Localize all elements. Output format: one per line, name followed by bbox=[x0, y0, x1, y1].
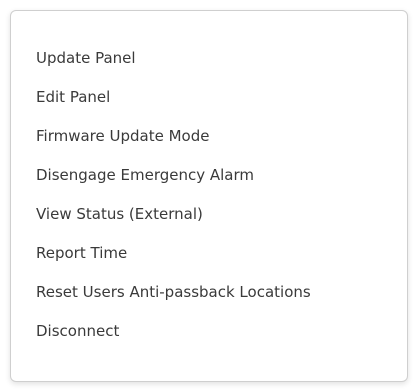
menu-item-reset-users-anti-passback-locations[interactable]: Reset Users Anti-passback Locations bbox=[11, 273, 407, 312]
menu-item-view-status-external[interactable]: View Status (External) bbox=[11, 195, 407, 234]
menu-item-report-time[interactable]: Report Time bbox=[11, 234, 407, 273]
menu-item-disengage-emergency-alarm[interactable]: Disengage Emergency Alarm bbox=[11, 156, 407, 195]
context-menu: Update Panel Edit Panel Firmware Update … bbox=[10, 10, 408, 382]
menu-item-disconnect[interactable]: Disconnect bbox=[11, 312, 407, 351]
menu-item-firmware-update-mode[interactable]: Firmware Update Mode bbox=[11, 117, 407, 156]
menu-item-update-panel[interactable]: Update Panel bbox=[11, 39, 407, 78]
menu-item-edit-panel[interactable]: Edit Panel bbox=[11, 78, 407, 117]
menu-list: Update Panel Edit Panel Firmware Update … bbox=[11, 39, 407, 351]
